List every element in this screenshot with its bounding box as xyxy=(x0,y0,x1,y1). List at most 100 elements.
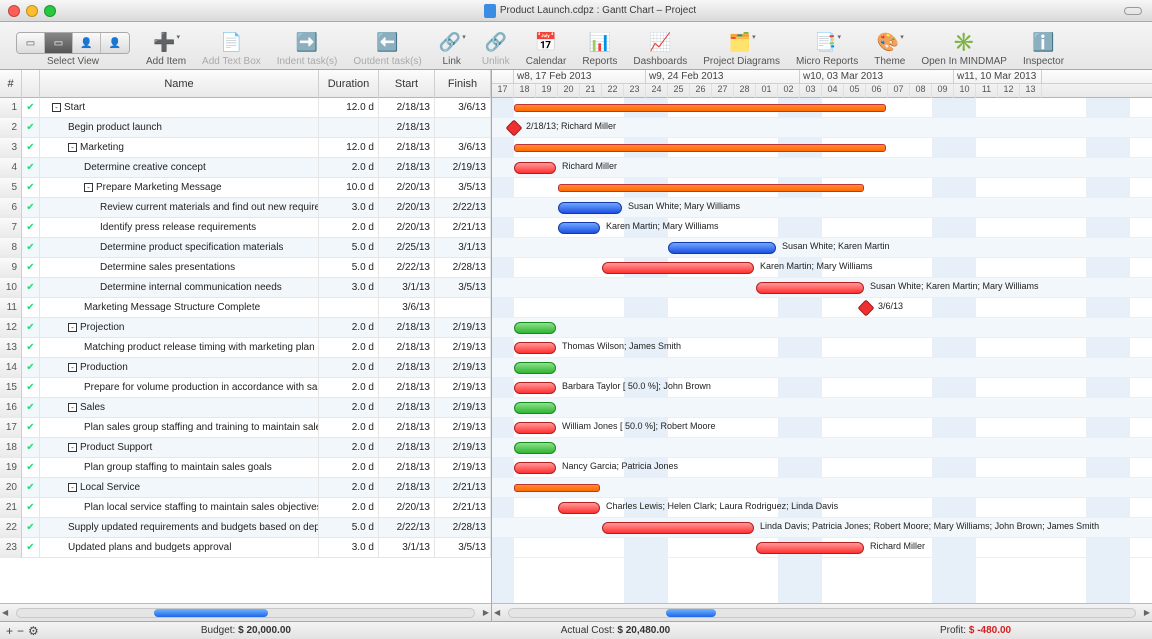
horizontal-scrollbar[interactable] xyxy=(16,608,475,618)
duration-cell[interactable]: 5.0 d xyxy=(319,258,379,278)
add-item-button[interactable]: ➕▾ Add Item xyxy=(146,23,186,67)
duration-cell[interactable]: 2.0 d xyxy=(319,378,379,398)
start-cell[interactable]: 2/18/13 xyxy=(379,158,435,178)
task-row[interactable]: 15✔Prepare for volume production in acco… xyxy=(0,378,491,398)
view-mode-4[interactable]: 👤 xyxy=(101,33,129,53)
start-cell[interactable]: 2/22/13 xyxy=(379,518,435,538)
start-cell[interactable]: 3/1/13 xyxy=(379,538,435,558)
duration-cell[interactable]: 2.0 d xyxy=(319,478,379,498)
gantt-bar[interactable] xyxy=(558,222,600,234)
task-name-cell[interactable]: -Marketing xyxy=(40,138,319,158)
remove-row-button[interactable]: − xyxy=(17,624,24,638)
task-name-cell[interactable]: Matching product release timing with mar… xyxy=(40,338,319,358)
finish-cell[interactable] xyxy=(435,118,491,138)
task-name-cell[interactable]: Determine sales presentations xyxy=(40,258,319,278)
start-cell[interactable]: 2/18/13 xyxy=(379,98,435,118)
task-row[interactable]: 10✔Determine internal communication need… xyxy=(0,278,491,298)
task-row[interactable]: 17✔Plan sales group staffing and trainin… xyxy=(0,418,491,438)
finish-cell[interactable]: 3/5/13 xyxy=(435,278,491,298)
finish-cell[interactable]: 3/6/13 xyxy=(435,98,491,118)
task-name-cell[interactable]: Begin product launch xyxy=(40,118,319,138)
add-text-box-button[interactable]: 📄 Add Text Box xyxy=(202,23,261,67)
task-row[interactable]: 7✔Identify press release requirements2.0… xyxy=(0,218,491,238)
start-cell[interactable]: 2/18/13 xyxy=(379,398,435,418)
task-row[interactable]: 4✔Determine creative concept2.0 d2/18/13… xyxy=(0,158,491,178)
indent-button[interactable]: ➡️ Indent task(s) xyxy=(277,23,338,67)
view-mode-3[interactable]: 👤 xyxy=(73,33,101,53)
start-cell[interactable]: 2/18/13 xyxy=(379,478,435,498)
view-mode-2[interactable]: ▭ xyxy=(45,33,73,53)
duration-cell[interactable]: 2.0 d xyxy=(319,458,379,478)
gantt-bar[interactable] xyxy=(514,402,556,414)
duration-cell[interactable]: 12.0 d xyxy=(319,138,379,158)
task-row[interactable]: 2✔Begin product launch2/18/13 xyxy=(0,118,491,138)
col-finish[interactable]: Finish xyxy=(435,70,491,98)
duration-cell[interactable]: 12.0 d xyxy=(319,98,379,118)
duration-cell[interactable]: 2.0 d xyxy=(319,498,379,518)
finish-cell[interactable]: 3/5/13 xyxy=(435,538,491,558)
calendar-button[interactable]: 📅 Calendar xyxy=(526,23,567,67)
gantt-bar[interactable] xyxy=(514,484,600,492)
unlink-button[interactable]: 🔗 Unlink xyxy=(482,23,510,67)
open-in-mindmap-button[interactable]: ✳️ Open In MINDMAP xyxy=(921,23,1007,67)
task-name-cell[interactable]: -Local Service xyxy=(40,478,319,498)
settings-gear-icon[interactable]: ⚙ xyxy=(28,624,39,638)
outline-toggle[interactable]: - xyxy=(68,443,77,452)
task-row[interactable]: 19✔Plan group staffing to maintain sales… xyxy=(0,458,491,478)
duration-cell[interactable]: 3.0 d xyxy=(319,278,379,298)
start-cell[interactable]: 2/25/13 xyxy=(379,238,435,258)
task-row[interactable]: 23✔Updated plans and budgets approval3.0… xyxy=(0,538,491,558)
outline-toggle[interactable]: - xyxy=(68,403,77,412)
duration-cell[interactable]: 2.0 d xyxy=(319,158,379,178)
gantt-scroll-left-arrow[interactable]: ◀ xyxy=(492,608,502,617)
finish-cell[interactable]: 2/19/13 xyxy=(435,338,491,358)
task-row[interactable]: 6✔Review current materials and find out … xyxy=(0,198,491,218)
finish-cell[interactable]: 2/19/13 xyxy=(435,418,491,438)
gantt-bar[interactable] xyxy=(514,362,556,374)
micro-reports-button[interactable]: 📑▾ Micro Reports xyxy=(796,23,858,67)
task-name-cell[interactable]: -Prepare Marketing Message xyxy=(40,178,319,198)
task-row[interactable]: 8✔Determine product specification materi… xyxy=(0,238,491,258)
reports-button[interactable]: 📊 Reports xyxy=(582,23,617,67)
outline-toggle[interactable]: - xyxy=(68,363,77,372)
finish-cell[interactable]: 2/19/13 xyxy=(435,438,491,458)
finish-cell[interactable]: 2/19/13 xyxy=(435,458,491,478)
gantt-bar[interactable] xyxy=(514,104,886,112)
finish-cell[interactable]: 2/19/13 xyxy=(435,378,491,398)
project-diagrams-button[interactable]: 🗂️▾ Project Diagrams xyxy=(703,23,780,67)
outdent-button[interactable]: ⬅️ Outdent task(s) xyxy=(353,23,421,67)
milestone-marker[interactable] xyxy=(858,300,875,317)
duration-cell[interactable]: 2.0 d xyxy=(319,218,379,238)
duration-cell[interactable] xyxy=(319,298,379,318)
finish-cell[interactable]: 2/19/13 xyxy=(435,318,491,338)
outline-toggle[interactable]: - xyxy=(68,323,77,332)
finish-cell[interactable]: 2/28/13 xyxy=(435,518,491,538)
task-row[interactable]: 16✔-Sales2.0 d2/18/132/19/13 xyxy=(0,398,491,418)
start-cell[interactable]: 2/20/13 xyxy=(379,198,435,218)
link-button[interactable]: 🔗▾ Link xyxy=(438,23,466,67)
gantt-horizontal-scrollbar[interactable] xyxy=(508,608,1136,618)
gantt-bar[interactable] xyxy=(514,342,556,354)
gantt-bar[interactable] xyxy=(756,282,864,294)
start-cell[interactable]: 2/18/13 xyxy=(379,138,435,158)
outline-toggle[interactable]: - xyxy=(68,483,77,492)
gantt-bar[interactable] xyxy=(558,202,622,214)
task-name-cell[interactable]: Plan group staffing to maintain sales go… xyxy=(40,458,319,478)
task-row[interactable]: 20✔-Local Service2.0 d2/18/132/21/13 xyxy=(0,478,491,498)
task-row[interactable]: 11✔Marketing Message Structure Complete3… xyxy=(0,298,491,318)
outline-toggle[interactable]: - xyxy=(84,183,93,192)
duration-cell[interactable]: 2.0 d xyxy=(319,338,379,358)
close-window-button[interactable] xyxy=(8,5,20,17)
start-cell[interactable]: 2/20/13 xyxy=(379,498,435,518)
start-cell[interactable]: 2/18/13 xyxy=(379,118,435,138)
finish-cell[interactable] xyxy=(435,298,491,318)
start-cell[interactable]: 2/18/13 xyxy=(379,458,435,478)
gantt-bar[interactable] xyxy=(558,502,600,514)
task-name-cell[interactable]: Supply updated requirements and budgets … xyxy=(40,518,319,538)
scroll-left-arrow[interactable]: ◀ xyxy=(0,608,10,617)
start-cell[interactable]: 2/18/13 xyxy=(379,338,435,358)
duration-cell[interactable]: 3.0 d xyxy=(319,538,379,558)
finish-cell[interactable]: 2/28/13 xyxy=(435,258,491,278)
task-row[interactable]: 1✔-Start12.0 d2/18/133/6/13 xyxy=(0,98,491,118)
start-cell[interactable]: 2/18/13 xyxy=(379,378,435,398)
